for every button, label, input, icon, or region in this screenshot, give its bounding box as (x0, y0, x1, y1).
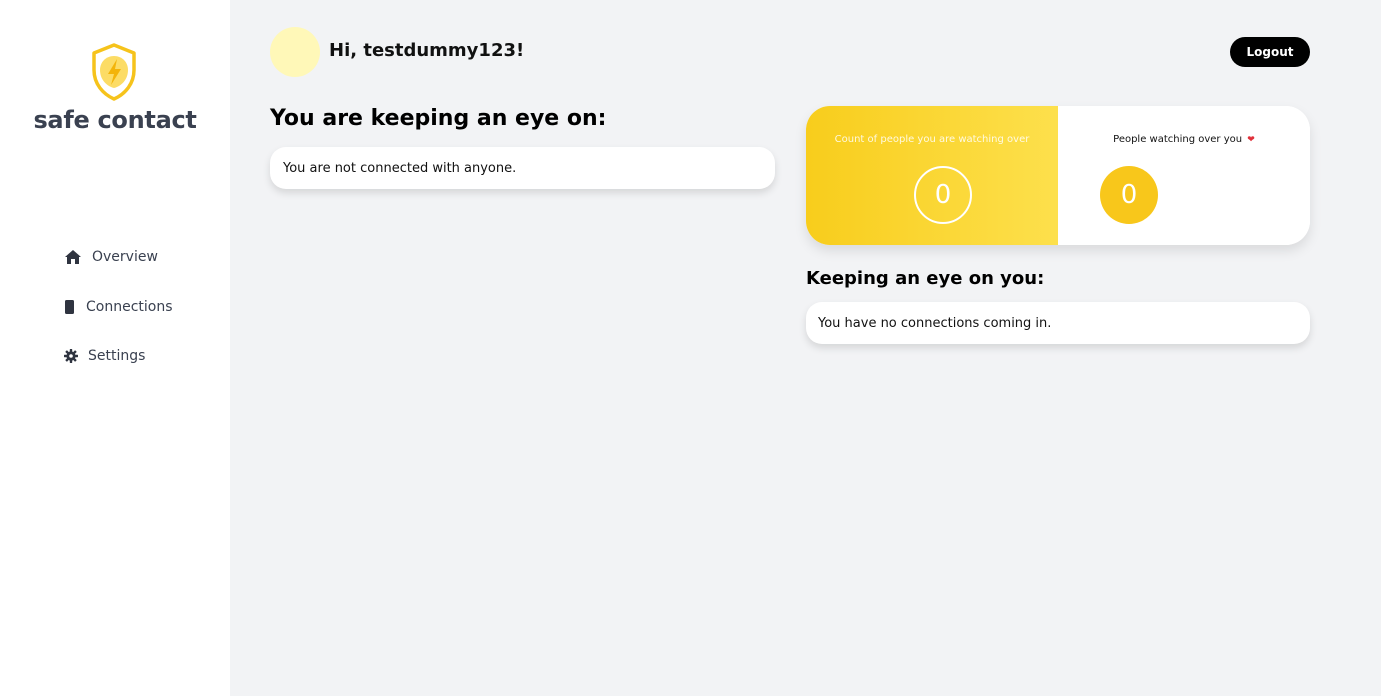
watching-count: 0 (914, 166, 972, 224)
sidebar-item-label: Overview (92, 249, 158, 265)
sidebar-item-overview[interactable]: Overview (64, 249, 158, 265)
heart-icon: ❤ (1247, 135, 1255, 145)
watchers-count: 0 (1100, 166, 1158, 224)
watching-empty-message: You are not connected with anyone. (283, 160, 517, 176)
watching-count-label: Count of people you are watching over (834, 134, 1030, 145)
sidebar-item-label: Connections (86, 299, 173, 315)
watchers-title: Keeping an eye on you: (806, 268, 1045, 289)
shield-lightning-icon (92, 43, 136, 101)
watchers-count-label-wrap: People watching over you ❤ (1058, 134, 1310, 145)
sidebar: safe contact Overview Connections Settin… (0, 0, 230, 696)
watching-empty-card: You are not connected with anyone. (270, 147, 775, 189)
sidebar-item-settings[interactable]: Settings (64, 348, 145, 364)
watchers-count-label: People watching over you (1113, 134, 1243, 145)
greeting: Hi, testdummy123! (329, 40, 525, 61)
stats-card: Count of people you are watching over 0 … (806, 106, 1310, 245)
sidebar-item-connections[interactable]: Connections (64, 299, 173, 315)
gear-icon (64, 349, 78, 363)
avatar[interactable] (270, 27, 320, 77)
logout-button[interactable]: Logout (1230, 37, 1310, 67)
home-icon (64, 249, 82, 265)
sidebar-item-label: Settings (88, 348, 146, 364)
watching-count-panel: Count of people you are watching over 0 (806, 106, 1058, 245)
phone-icon (64, 300, 76, 314)
watchers-empty-message: You have no connections coming in. (818, 315, 1052, 331)
brand-name: safe contact (33, 106, 197, 134)
watchers-empty-card: You have no connections coming in. (806, 302, 1310, 344)
watching-title: You are keeping an eye on: (270, 106, 607, 131)
watchers-count-panel: People watching over you ❤ 0 (1058, 106, 1310, 245)
